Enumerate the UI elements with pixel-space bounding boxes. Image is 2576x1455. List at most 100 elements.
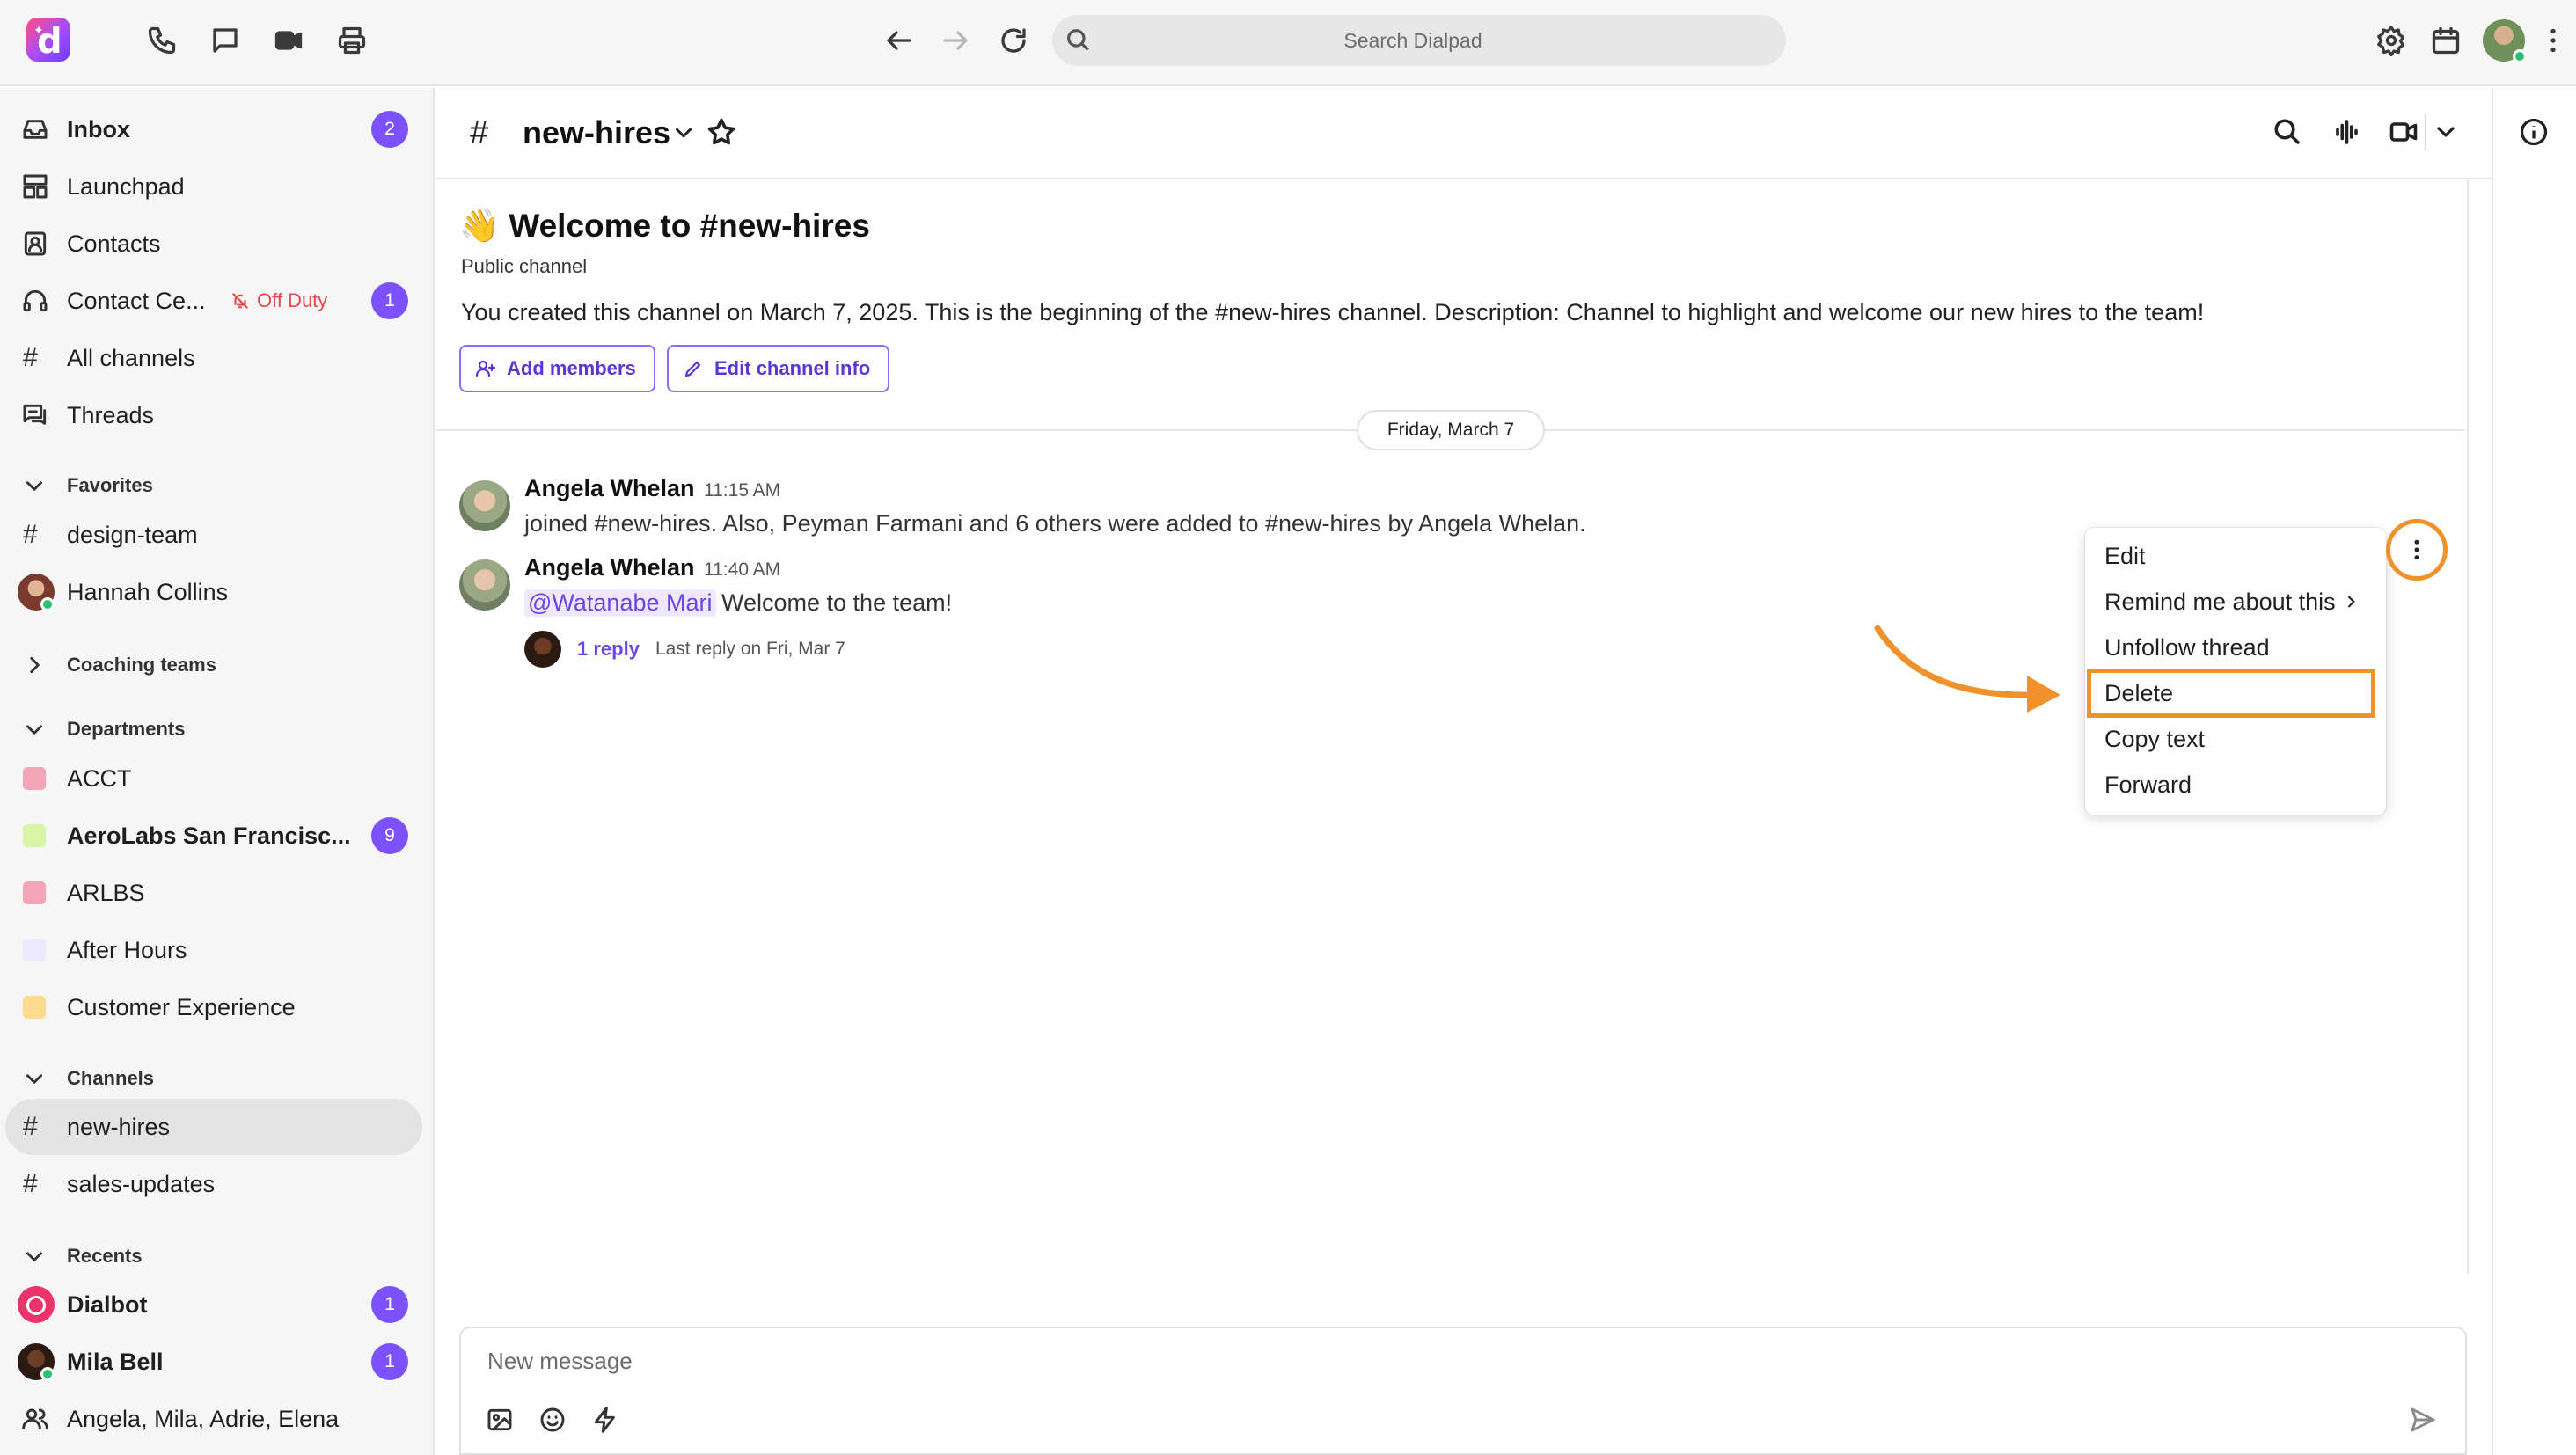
message-author[interactable]: Angela Whelan [524, 475, 695, 502]
section-coaching-teams[interactable]: Coaching teams [0, 646, 435, 684]
menu-item-unfollow-thread[interactable]: Unfollow thread [2085, 625, 2386, 670]
refresh-icon[interactable] [994, 21, 1033, 60]
section-header: Recents [67, 1245, 143, 1267]
message-timestamp: 11:15 AM [704, 480, 781, 501]
message-input[interactable] [487, 1348, 2335, 1386]
unread-badge: 1 [371, 282, 408, 319]
header-divider [2425, 114, 2426, 150]
online-status-dot [40, 597, 55, 611]
unread-badge: 1 [371, 1286, 408, 1323]
sidebar-item-acct[interactable]: ACCT [0, 752, 435, 805]
avatar[interactable] [459, 559, 510, 611]
audio-waveform-icon[interactable] [2330, 116, 2361, 148]
menu-item-edit[interactable]: Edit [2085, 533, 2386, 579]
sidebar-item-label: Contacts [67, 230, 161, 257]
channel-type-label: Public channel [461, 255, 588, 277]
sidebar-item-label: Hannah Collins [67, 578, 229, 605]
edit-channel-info-label: Edit channel info [714, 357, 871, 379]
channel-description: You created this channel on March 7, 202… [461, 299, 2205, 325]
back-arrow-icon[interactable] [880, 21, 918, 60]
menu-item-remind-me[interactable]: Remind me about this [2085, 579, 2386, 625]
sidebar-item-label: design-team [67, 521, 198, 548]
sidebar-item-inbox[interactable]: Inbox 2 [0, 103, 435, 156]
department-color-swatch [23, 939, 46, 961]
sidebar-item-new-hires[interactable]: # new-hires [0, 1100, 435, 1153]
add-members-label: Add members [507, 357, 636, 379]
menu-item-label: Edit [2104, 542, 2146, 569]
dialpad-logo[interactable]: ✦ d [26, 18, 70, 62]
off-duty-label: Off Duty [257, 289, 328, 311]
section-channels[interactable]: Channels [0, 1059, 435, 1098]
hash-icon: # [23, 1169, 38, 1198]
thread-replies[interactable]: 1 reply Last reply on Fri, Mar 7 [524, 630, 845, 669]
sidebar-item-contacts[interactable]: Contacts [0, 217, 435, 270]
chevron-down-icon[interactable] [2432, 118, 2460, 146]
message-text: joined #new-hires. Also, Peyman Farmani … [524, 510, 1586, 537]
forward-arrow-icon[interactable] [936, 21, 975, 60]
section-favorites[interactable]: Favorites [0, 466, 435, 505]
department-color-swatch [23, 996, 46, 1019]
sidebar-item-label: new-hires [67, 1113, 171, 1140]
user-mention[interactable]: @Watanabe Mari [524, 589, 716, 617]
sidebar-item-label: Inbox [67, 115, 130, 143]
video-icon[interactable] [269, 21, 308, 60]
sidebar-item-hannah-collins[interactable]: Hannah Collins [0, 566, 435, 618]
more-vertical-icon[interactable] [2534, 21, 2572, 60]
bell-off-icon [231, 292, 249, 310]
sidebar: Inbox 2 Launchpad Contacts Contact Ce...… [0, 88, 435, 1455]
sidebar-item-label: Dialbot [67, 1290, 148, 1318]
sidebar-item-mila-bell[interactable]: Mila Bell 1 [0, 1335, 435, 1388]
sidebar-item-dialbot[interactable]: Dialbot 1 [0, 1278, 435, 1331]
message-author[interactable]: Angela Whelan [524, 554, 695, 581]
section-recents[interactable]: Recents [0, 1237, 435, 1276]
sidebar-item-label: Customer Experience [67, 993, 296, 1020]
avatar[interactable] [459, 480, 510, 531]
send-icon[interactable] [2405, 1402, 2441, 1437]
video-call-icon[interactable] [2388, 116, 2419, 148]
menu-item-forward[interactable]: Forward [2085, 762, 2386, 808]
sidebar-item-all-channels[interactable]: # All channels [0, 332, 435, 384]
add-members-button[interactable]: Add members [459, 345, 655, 392]
sidebar-item-arlbs[interactable]: ARLBS [0, 866, 435, 919]
printer-icon[interactable] [333, 21, 371, 60]
image-attach-icon[interactable] [482, 1402, 517, 1437]
search-icon[interactable] [2272, 116, 2303, 148]
message-timestamp: 11:40 AM [704, 559, 781, 580]
menu-item-label: Remind me about this [2104, 588, 2336, 615]
sidebar-item-contact-center[interactable]: Contact Ce... Off Duty 1 [0, 274, 435, 327]
scrollbar-track[interactable] [2467, 179, 2469, 1274]
sidebar-item-aerolabs[interactable]: AeroLabs San Francisc... 9 [0, 809, 435, 862]
hash-icon: # [23, 520, 38, 549]
settings-gear-icon[interactable] [2372, 21, 2411, 60]
menu-item-label: Unfollow thread [2104, 633, 2270, 661]
chevron-down-icon[interactable] [670, 120, 697, 146]
search-input[interactable] [1105, 15, 1721, 66]
edit-channel-info-button[interactable]: Edit channel info [667, 345, 890, 392]
pencil-icon [684, 361, 701, 377]
sidebar-item-launchpad[interactable]: Launchpad [0, 160, 435, 213]
sidebar-item-group-chat[interactable]: Angela, Mila, Adrie, Elena [0, 1393, 435, 1445]
sidebar-item-after-hours[interactable]: After Hours [0, 924, 435, 976]
sidebar-item-customer-experience[interactable]: Customer Experience [0, 981, 435, 1034]
menu-item-copy-text[interactable]: Copy text [2085, 716, 2386, 762]
message-composer [459, 1327, 2467, 1455]
sidebar-item-sales-updates[interactable]: # sales-updates [0, 1158, 435, 1210]
search-bar[interactable] [1052, 15, 1786, 66]
info-icon[interactable] [2518, 116, 2550, 148]
lightning-icon[interactable] [588, 1402, 623, 1437]
phone-icon[interactable] [143, 21, 181, 60]
contacts-icon [19, 228, 51, 260]
message-more-options-button[interactable] [2386, 519, 2448, 581]
star-icon[interactable] [706, 116, 737, 148]
sidebar-item-threads[interactable]: Threads [0, 389, 435, 442]
section-departments[interactable]: Departments [0, 710, 435, 749]
channel-name[interactable]: new-hires [523, 114, 670, 151]
emoji-icon[interactable] [535, 1402, 570, 1437]
message-icon[interactable] [206, 21, 245, 60]
message-text: Welcome to the team! [721, 589, 953, 616]
sidebar-item-design-team[interactable]: # design-team [0, 508, 435, 561]
sidebar-item-label: Mila Bell [67, 1348, 164, 1375]
calendar-icon[interactable] [2426, 21, 2465, 60]
reply-count-link[interactable]: 1 reply [577, 638, 640, 661]
hash-icon: # [23, 343, 38, 372]
